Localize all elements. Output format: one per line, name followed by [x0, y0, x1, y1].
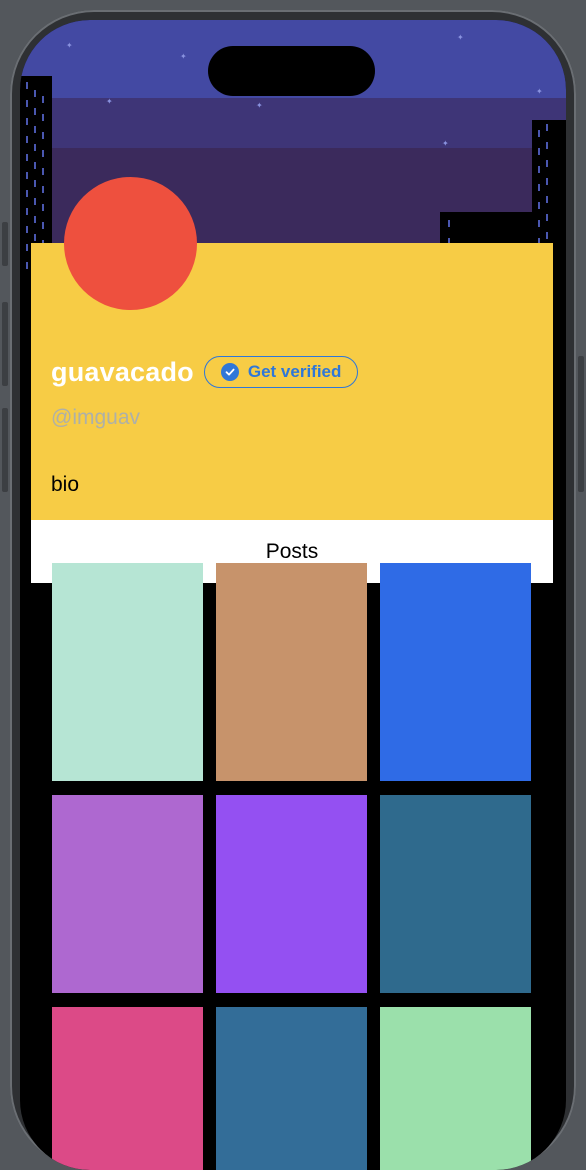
- star-icon: ✦: [180, 52, 187, 61]
- dynamic-island: [208, 46, 375, 96]
- post-tile[interactable]: [380, 563, 531, 781]
- star-icon: ✦: [536, 87, 543, 96]
- volume-down-button: [2, 408, 8, 492]
- post-tile[interactable]: [216, 795, 367, 993]
- volume-up-button: [2, 302, 8, 386]
- star-icon: ✦: [442, 139, 449, 148]
- get-verified-label: Get verified: [247, 362, 342, 381]
- tab-posts-label: Posts: [265, 539, 319, 563]
- building-windows: [26, 82, 28, 272]
- star-icon: ✦: [106, 97, 113, 106]
- star-icon: ✦: [457, 33, 464, 42]
- post-tile[interactable]: [52, 563, 203, 781]
- action-button: [2, 222, 8, 266]
- post-tile[interactable]: [380, 1007, 531, 1170]
- get-verified-button[interactable]: Get verified: [203, 356, 359, 388]
- post-tile[interactable]: [216, 563, 367, 781]
- bio-text: bio: [51, 473, 80, 496]
- app-screen: ✦ ✦ ✦ ✦ ✦ ✦ ✦ guavacado Get verified @im…: [20, 20, 566, 1170]
- building-windows: [546, 124, 548, 250]
- post-tile[interactable]: [52, 795, 203, 993]
- sky-band-middle: [20, 98, 566, 148]
- building-windows: [42, 96, 44, 266]
- star-icon: ✦: [256, 101, 263, 110]
- star-icon: ✦: [66, 41, 73, 50]
- name-row: guavacado Get verified: [51, 356, 359, 388]
- display-name: guavacado: [51, 356, 194, 387]
- post-tile[interactable]: [380, 795, 531, 993]
- avatar[interactable]: [64, 177, 197, 310]
- power-button: [578, 356, 584, 492]
- username-handle: @imguav: [51, 406, 141, 429]
- verified-check-icon: [220, 363, 239, 381]
- building-windows: [538, 130, 540, 250]
- post-tile[interactable]: [216, 1007, 367, 1170]
- post-tile[interactable]: [52, 1007, 203, 1170]
